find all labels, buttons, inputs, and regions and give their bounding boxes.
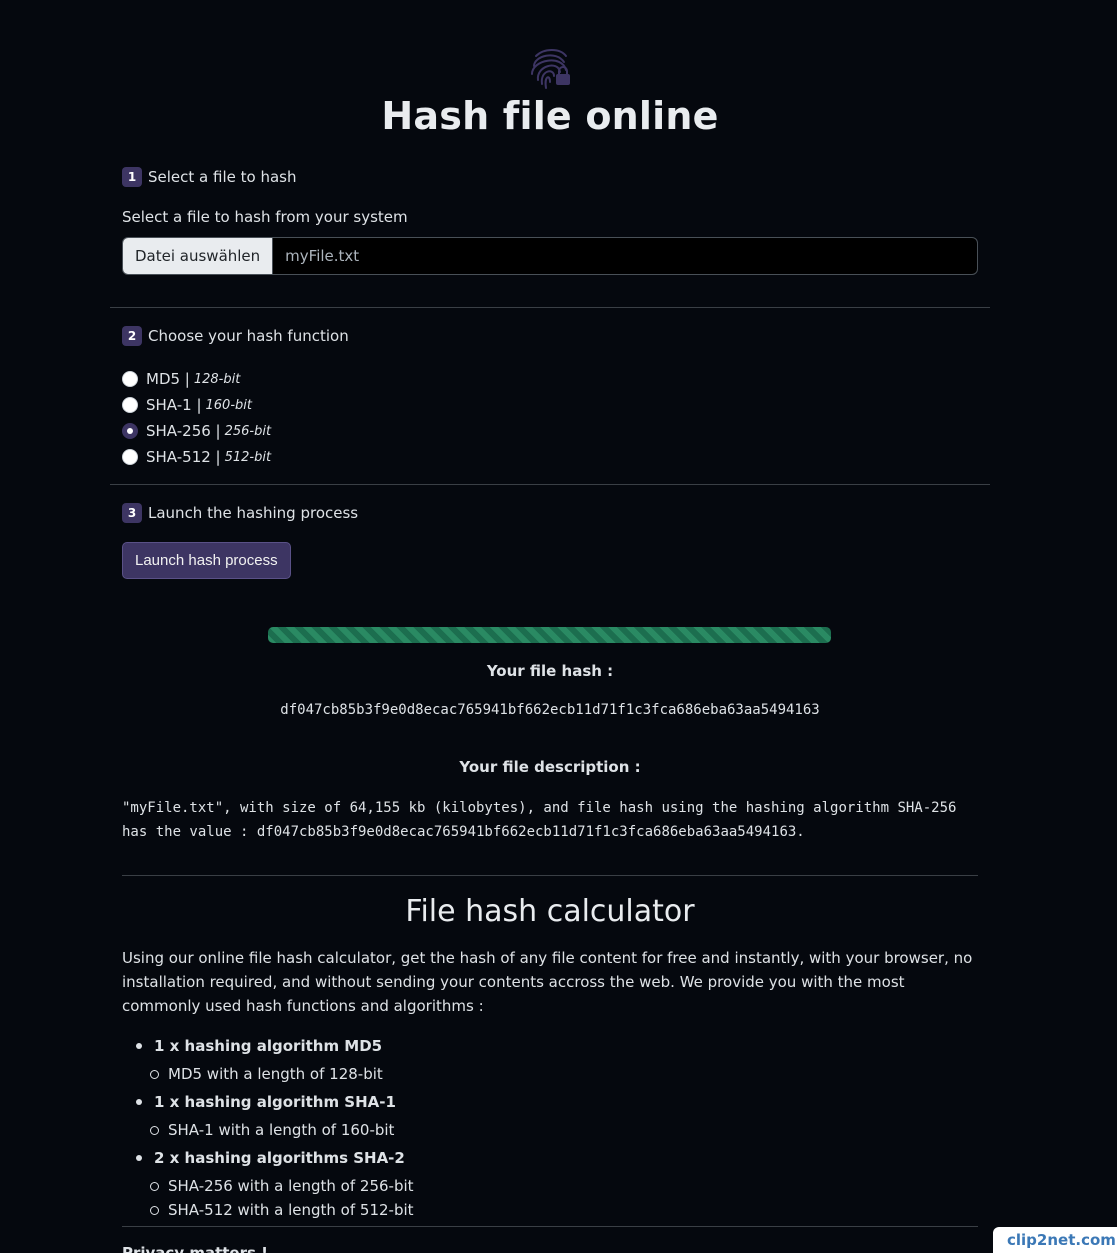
list-subitem: SHA-512 with a length of 512-bit — [136, 1198, 414, 1222]
radio-bits: 160-bit — [205, 397, 252, 413]
step-label: Launch the hashing process — [148, 504, 359, 522]
step-label: Choose your hash function — [148, 327, 349, 345]
radio-label: SHA-256 | — [146, 422, 221, 440]
radio-label: SHA-512 | — [146, 448, 221, 466]
radio-bits: 256-bit — [224, 423, 272, 439]
divider — [122, 875, 978, 876]
radio-bits: 128-bit — [193, 371, 241, 387]
list-subitem: SHA-256 with a length of 256-bit — [136, 1174, 414, 1198]
algorithm-list: 1 x hashing algorithm MD5 MD5 with a len… — [136, 1034, 414, 1222]
algorithm-group-title: 2 x hashing algorithms SHA-2 — [154, 1149, 405, 1167]
radio-label: SHA-1 | — [146, 396, 202, 414]
watermark: clip2net.com — [993, 1227, 1117, 1253]
algorithm-group-title: 1 x hashing algorithm MD5 — [154, 1037, 383, 1055]
list-subitem: SHA-1 with a length of 160-bit — [136, 1118, 414, 1142]
divider — [110, 484, 990, 485]
radio-button[interactable] — [122, 397, 138, 413]
step-2-heading: 2 Choose your hash function — [122, 326, 349, 346]
radio-button[interactable] — [122, 449, 138, 465]
calculator-intro: Using our online file hash calculator, g… — [122, 949, 973, 1015]
progress-bar — [268, 627, 831, 643]
radio-sha256[interactable]: SHA-256 | 256-bit — [122, 418, 271, 444]
launch-hash-button[interactable]: Launch hash process — [122, 542, 291, 579]
step-3-heading: 3 Launch the hashing process — [122, 503, 358, 523]
radio-md5[interactable]: MD5 | 128-bit — [122, 366, 271, 392]
radio-label: MD5 | — [146, 370, 190, 388]
file-field-label: Select a file to hash from your system — [122, 208, 408, 226]
description-title: Your file description : — [459, 758, 641, 776]
privacy-heading: Privacy matters ! — [122, 1244, 268, 1253]
list-item: 1 x hashing algorithm MD5 — [136, 1034, 414, 1058]
list-subitem: MD5 with a length of 128-bit — [136, 1062, 414, 1086]
progress-bar-fill — [268, 627, 831, 643]
divider — [110, 307, 990, 308]
hash-function-radio-group: MD5 | 128-bit SHA-1 | 160-bit SHA-256 | … — [122, 366, 271, 470]
description-body: "myFile.txt", with size of 64,155 kb (ki… — [122, 800, 957, 840]
list-item: 1 x hashing algorithm SHA-1 — [136, 1090, 414, 1114]
step-1-heading: 1 Select a file to hash — [122, 167, 296, 187]
radio-sha512[interactable]: SHA-512 | 512-bit — [122, 444, 271, 470]
choose-file-button[interactable]: Datei auswählen — [123, 238, 274, 274]
selected-file-name: myFile.txt — [285, 247, 360, 265]
radio-button[interactable] — [122, 423, 138, 439]
radio-sha1[interactable]: SHA-1 | 160-bit — [122, 392, 271, 418]
algorithm-group-title: 1 x hashing algorithm SHA-1 — [154, 1093, 396, 1111]
list-item: 2 x hashing algorithms SHA-2 — [136, 1146, 414, 1170]
fingerprint-lock-icon — [531, 49, 570, 89]
hash-result-value: df047cb85b3f9e0d8ecac765941bf662ecb11d71… — [280, 702, 820, 718]
hash-result-title: Your file hash : — [486, 662, 614, 680]
calculator-heading: File hash calculator — [405, 894, 695, 929]
radio-bits: 512-bit — [224, 449, 272, 465]
page: Hash file online 1 Select a file to hash… — [0, 0, 1117, 1253]
step-badge: 1 — [122, 167, 142, 187]
page-title: Hash file online — [381, 94, 719, 138]
step-label: Select a file to hash — [148, 168, 297, 186]
step-badge: 3 — [122, 503, 142, 523]
step-badge: 2 — [122, 326, 142, 346]
divider — [122, 1226, 978, 1227]
file-input[interactable]: Datei auswählen myFile.txt — [122, 237, 978, 275]
radio-button[interactable] — [122, 371, 138, 387]
